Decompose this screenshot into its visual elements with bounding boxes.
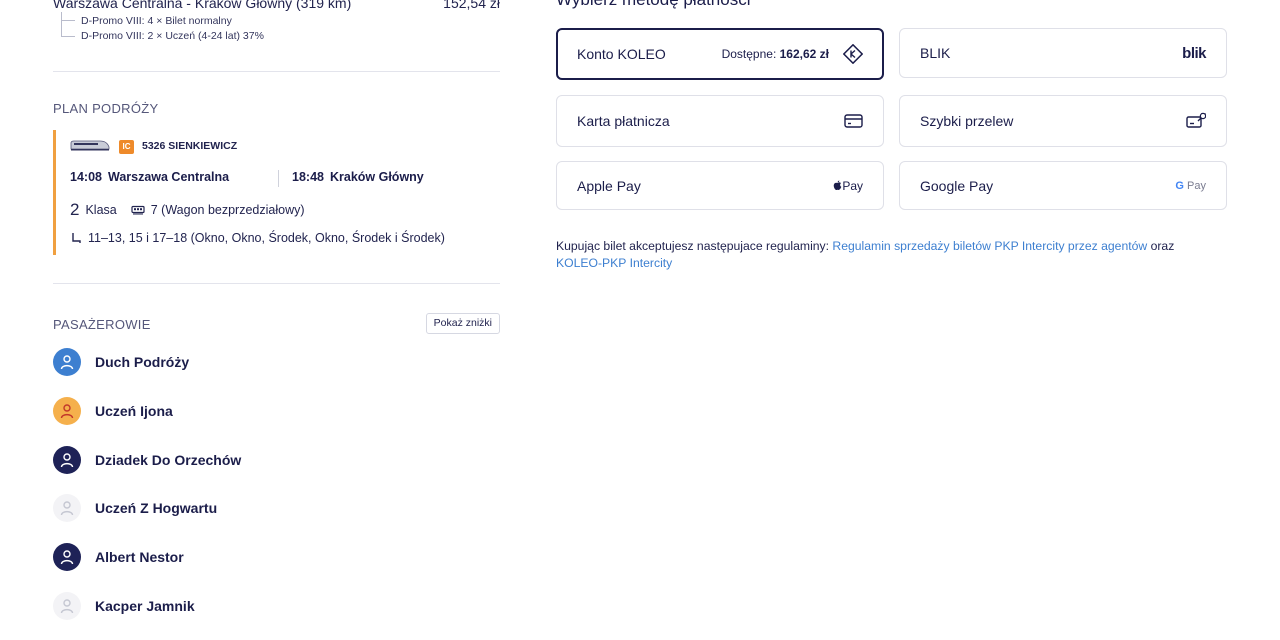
apple-pay-label: Apple Pay bbox=[577, 177, 641, 194]
payment-blik[interactable]: BLIK blik bbox=[899, 28, 1227, 78]
transfer-label: Szybki przelew bbox=[920, 113, 1014, 129]
blik-logo-icon: blik bbox=[1182, 44, 1206, 62]
google-pay-logo-text: Pay bbox=[1187, 179, 1206, 192]
terms-text: Kupując bilet akceptujesz następujace re… bbox=[556, 239, 833, 253]
route-name: Warszawa Centralna - Kraków Główny (319 … bbox=[53, 0, 352, 11]
passenger-row: Dziadek Do Orzechów bbox=[53, 446, 241, 474]
terms-notice: Kupując bilet akceptujesz następujace re… bbox=[556, 238, 1216, 272]
passenger-name: Uczeń Ijona bbox=[95, 403, 173, 419]
passenger-row: Uczeń Ijona bbox=[53, 397, 173, 425]
terms-link-koleo-pkp[interactable]: KOLEO-PKP Intercity bbox=[556, 256, 672, 270]
route-summary: Warszawa Centralna - Kraków Główny (319 … bbox=[53, 0, 500, 11]
koleo-label: Konto KOLEO bbox=[577, 46, 666, 62]
checkout-page: Warszawa Centralna - Kraków Główny (319 … bbox=[0, 0, 1280, 640]
fare-tree-branch bbox=[61, 12, 75, 21]
koleo-icon bbox=[843, 44, 863, 64]
passenger-name: Uczeń Z Hogwartu bbox=[95, 500, 218, 516]
passenger-row: Albert Nestor bbox=[53, 543, 184, 571]
passenger-name: Duch Podróży bbox=[95, 354, 190, 370]
payment-apple-pay[interactable]: Apple Pay Pay bbox=[556, 161, 884, 210]
passenger-avatar-icon bbox=[53, 348, 81, 376]
passenger-name: Kacper Jamnik bbox=[95, 598, 195, 614]
class-info: 2 Klasa 7 (Wagon bezprzedziałowy) bbox=[70, 200, 305, 220]
journey-plan: IC 5326 SIENKIEWICZ 14:08 Warszawa Centra… bbox=[53, 130, 500, 255]
koleo-available-label: Dostępne: bbox=[721, 47, 777, 61]
passenger-row: Duch Podróży bbox=[53, 348, 189, 376]
terms-link-pkp-agents[interactable]: Regulamin sprzedaży biletów PKP Intercit… bbox=[832, 239, 1147, 253]
passengers-title: PASAŻEROWIE bbox=[53, 317, 151, 332]
payment-card[interactable]: Karta płatnicza bbox=[556, 95, 884, 147]
google-g-letter: G bbox=[1175, 179, 1184, 192]
payment-title: Wybierz metodę płatności bbox=[556, 0, 751, 10]
class-label: Klasa bbox=[85, 203, 117, 217]
card-label: Karta płatnicza bbox=[577, 113, 670, 129]
apple-pay-logo-icon: Pay bbox=[833, 179, 863, 193]
arrival-time: 18:48 bbox=[292, 170, 324, 184]
passenger-row: Kacper Jamnik bbox=[53, 592, 195, 620]
fare-line-1: D-Promo VIII: 4 × Bilet normalny bbox=[81, 15, 232, 27]
payment-koleo-account[interactable]: Konto KOLEO Dostępne: 162,62 zł bbox=[556, 28, 884, 80]
google-pay-logo-icon: G Pay bbox=[1175, 180, 1206, 192]
google-pay-label: Google Pay bbox=[920, 177, 994, 194]
departure-station: Warszawa Centralna bbox=[107, 170, 230, 184]
blik-label: BLIK bbox=[920, 45, 951, 61]
fare-line-2: D-Promo VIII: 2 × Uczeń (4-24 lat) 37% bbox=[81, 30, 264, 42]
arrival: 18:48 Kraków Główny bbox=[292, 170, 424, 184]
passenger-name: Dziadek Do Orzechów bbox=[95, 452, 242, 468]
payment-google-pay[interactable]: Google Pay G Pay bbox=[899, 161, 1227, 210]
payment-fast-transfer[interactable]: Szybki przelew bbox=[899, 95, 1227, 147]
credit-card-icon bbox=[844, 114, 863, 128]
times-separator bbox=[278, 170, 279, 187]
koleo-balance: Dostępne: 162,62 zł bbox=[722, 47, 829, 61]
wagon-icon bbox=[131, 205, 145, 215]
seat-info: 11–13, 15 i 17–18 (Okno, Okno, Środek, O… bbox=[70, 231, 445, 245]
divider bbox=[53, 283, 500, 284]
train-name: 5326 SIENKIEWICZ bbox=[142, 140, 238, 152]
arrival-station: Kraków Główny bbox=[329, 170, 424, 184]
departure: 14:08 Warszawa Centralna bbox=[70, 170, 229, 184]
wagon-info: 7 (Wagon bezprzedziałowy) bbox=[150, 203, 305, 217]
show-discounts-button[interactable]: Pokaż zniżki bbox=[425, 313, 500, 334]
passenger-name: Albert Nestor bbox=[95, 549, 184, 565]
passenger-row: Uczeń Z Hogwartu bbox=[53, 494, 217, 522]
departure-time: 14:08 bbox=[70, 170, 102, 184]
train-icon bbox=[70, 140, 110, 151]
koleo-available-value: 162,62 zł bbox=[779, 47, 829, 61]
passenger-avatar-icon bbox=[53, 397, 81, 425]
transfer-icon bbox=[1186, 112, 1206, 128]
terms-and: oraz bbox=[1147, 239, 1175, 253]
passenger-avatar-icon bbox=[53, 543, 81, 571]
carrier-badge: IC bbox=[119, 140, 134, 154]
class-number: 2 bbox=[70, 200, 80, 219]
route-price: 152,54 zł bbox=[443, 0, 500, 11]
seat-icon bbox=[72, 233, 81, 243]
divider bbox=[53, 71, 500, 72]
passenger-avatar-icon bbox=[53, 446, 81, 474]
apple-icon bbox=[834, 180, 842, 190]
plan-title: PLAN PODRÓŻY bbox=[53, 101, 159, 116]
passenger-avatar-icon bbox=[53, 494, 81, 522]
passenger-avatar-icon bbox=[53, 592, 81, 620]
seat-list: 11–13, 15 i 17–18 (Okno, Okno, Środek, O… bbox=[88, 231, 445, 245]
apple-pay-logo-text: Pay bbox=[842, 178, 863, 193]
